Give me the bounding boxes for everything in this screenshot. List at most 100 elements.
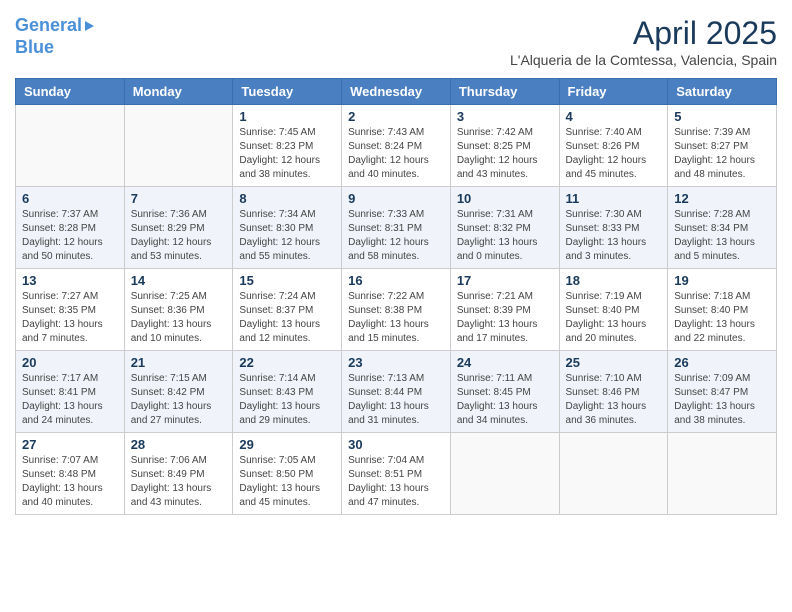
table-row: 3 Sunrise: 7:42 AM Sunset: 8:25 PM Daylig… xyxy=(450,105,559,187)
day-number: 28 xyxy=(131,437,227,452)
day-info: Sunrise: 7:22 AM Sunset: 8:38 PM Dayligh… xyxy=(348,290,444,346)
day-info: Sunrise: 7:11 AM Sunset: 8:45 PM Dayligh… xyxy=(457,372,553,428)
table-row: 18 Sunrise: 7:19 AM Sunset: 8:40 PM Dayli… xyxy=(559,269,668,351)
table-row: 29 Sunrise: 7:05 AM Sunset: 8:50 PM Dayli… xyxy=(233,433,342,515)
day-number: 5 xyxy=(674,109,770,124)
col-sunday: Sunday xyxy=(16,79,125,105)
table-row: 8 Sunrise: 7:34 AM Sunset: 8:30 PM Daylig… xyxy=(233,187,342,269)
day-info: Sunrise: 7:25 AM Sunset: 8:36 PM Dayligh… xyxy=(131,290,227,346)
day-info: Sunrise: 7:36 AM Sunset: 8:29 PM Dayligh… xyxy=(131,208,227,264)
day-info: Sunrise: 7:33 AM Sunset: 8:31 PM Dayligh… xyxy=(348,208,444,264)
logo-text: General xyxy=(15,15,94,37)
location: L'Alqueria de la Comtessa, Valencia, Spa… xyxy=(510,52,777,68)
day-number: 8 xyxy=(239,191,335,206)
day-info: Sunrise: 7:13 AM Sunset: 8:44 PM Dayligh… xyxy=(348,372,444,428)
table-row: 22Sunrise: 7:14 AM Sunset: 8:43 PM Dayli… xyxy=(233,351,342,433)
day-info: Sunrise: 7:15 AM Sunset: 8:42 PM Dayligh… xyxy=(131,372,227,428)
col-monday: Monday xyxy=(124,79,233,105)
table-row: 23 Sunrise: 7:13 AM Sunset: 8:44 PM Dayli… xyxy=(342,351,451,433)
day-number: 13 xyxy=(22,273,118,288)
day-info: Sunrise: 7:42 AM Sunset: 8:25 PM Dayligh… xyxy=(457,126,553,182)
table-row xyxy=(16,105,125,187)
day-number: 25 xyxy=(566,355,662,370)
day-number: 19 xyxy=(674,273,770,288)
table-row: 20 Sunrise: 7:17 AM Sunset: 8:41 PM Dayli… xyxy=(16,351,125,433)
day-number: 6 xyxy=(22,191,118,206)
day-number: 11 xyxy=(566,191,662,206)
day-info: Sunrise: 7:34 AM Sunset: 8:30 PM Dayligh… xyxy=(239,208,335,264)
title-section: April 2025 L'Alqueria de la Comtessa, Va… xyxy=(510,15,777,68)
day-info: Sunrise: 7:05 AM Sunset: 8:50 PM Dayligh… xyxy=(239,454,335,510)
table-row: 19 Sunrise: 7:18 AM Sunset: 8:40 PM Dayli… xyxy=(668,269,777,351)
table-row: 5 Sunrise: 7:39 AM Sunset: 8:27 PM Daylig… xyxy=(668,105,777,187)
day-info: Sunrise: 7:17 AM Sunset: 8:41 PM Dayligh… xyxy=(22,372,118,428)
calendar-header-row: Sunday Monday Tuesday Wednesday Thursday… xyxy=(16,79,777,105)
day-number: 26 xyxy=(674,355,770,370)
table-row: 24 Sunrise: 7:11 AM Sunset: 8:45 PM Dayli… xyxy=(450,351,559,433)
day-info: Sunrise: 7:10 AM Sunset: 8:46 PM Dayligh… xyxy=(566,372,662,428)
day-info: Sunrise: 7:21 AM Sunset: 8:39 PM Dayligh… xyxy=(457,290,553,346)
day-number: 18 xyxy=(566,273,662,288)
day-number: 3 xyxy=(457,109,553,124)
day-info: Sunrise: 7:40 AM Sunset: 8:26 PM Dayligh… xyxy=(566,126,662,182)
day-number: 1 xyxy=(239,109,335,124)
day-number: 14 xyxy=(131,273,227,288)
table-row: 6 Sunrise: 7:37 AM Sunset: 8:28 PM Daylig… xyxy=(16,187,125,269)
page: General Blue April 2025 L'Alqueria de la… xyxy=(0,0,792,612)
day-info: Sunrise: 7:37 AM Sunset: 8:28 PM Dayligh… xyxy=(22,208,118,264)
day-number: 16 xyxy=(348,273,444,288)
day-number: 10 xyxy=(457,191,553,206)
day-number: 23 xyxy=(348,355,444,370)
table-row: 16 Sunrise: 7:22 AM Sunset: 8:38 PM Dayli… xyxy=(342,269,451,351)
table-row: 28Sunrise: 7:06 AM Sunset: 8:49 PM Dayli… xyxy=(124,433,233,515)
table-row: 13 Sunrise: 7:27 AM Sunset: 8:35 PM Dayli… xyxy=(16,269,125,351)
day-info: Sunrise: 7:39 AM Sunset: 8:27 PM Dayligh… xyxy=(674,126,770,182)
logo-line2: Blue xyxy=(15,37,94,59)
table-row: 11 Sunrise: 7:30 AM Sunset: 8:33 PM Dayli… xyxy=(559,187,668,269)
table-row: 17 Sunrise: 7:21 AM Sunset: 8:39 PM Dayli… xyxy=(450,269,559,351)
day-info: Sunrise: 7:30 AM Sunset: 8:33 PM Dayligh… xyxy=(566,208,662,264)
day-info: Sunrise: 7:24 AM Sunset: 8:37 PM Dayligh… xyxy=(239,290,335,346)
table-row: 7Sunrise: 7:36 AM Sunset: 8:29 PM Daylig… xyxy=(124,187,233,269)
table-row: 25 Sunrise: 7:10 AM Sunset: 8:46 PM Dayli… xyxy=(559,351,668,433)
day-info: Sunrise: 7:07 AM Sunset: 8:48 PM Dayligh… xyxy=(22,454,118,510)
day-number: 27 xyxy=(22,437,118,452)
day-info: Sunrise: 7:43 AM Sunset: 8:24 PM Dayligh… xyxy=(348,126,444,182)
day-number: 2 xyxy=(348,109,444,124)
table-row xyxy=(124,105,233,187)
calendar-table: Sunday Monday Tuesday Wednesday Thursday… xyxy=(15,78,777,515)
day-info: Sunrise: 7:18 AM Sunset: 8:40 PM Dayligh… xyxy=(674,290,770,346)
day-info: Sunrise: 7:19 AM Sunset: 8:40 PM Dayligh… xyxy=(566,290,662,346)
day-number: 17 xyxy=(457,273,553,288)
table-row: 30Sunrise: 7:04 AM Sunset: 8:51 PM Dayli… xyxy=(342,433,451,515)
calendar-week-row: 1Sunrise: 7:45 AM Sunset: 8:23 PM Daylig… xyxy=(16,105,777,187)
table-row xyxy=(668,433,777,515)
table-row: 9 Sunrise: 7:33 AM Sunset: 8:31 PM Daylig… xyxy=(342,187,451,269)
table-row: 2 Sunrise: 7:43 AM Sunset: 8:24 PM Daylig… xyxy=(342,105,451,187)
table-row: 1Sunrise: 7:45 AM Sunset: 8:23 PM Daylig… xyxy=(233,105,342,187)
day-number: 4 xyxy=(566,109,662,124)
day-number: 29 xyxy=(239,437,335,452)
day-number: 24 xyxy=(457,355,553,370)
month-title: April 2025 xyxy=(510,15,777,52)
day-number: 21 xyxy=(131,355,227,370)
calendar-week-row: 6 Sunrise: 7:37 AM Sunset: 8:28 PM Daylig… xyxy=(16,187,777,269)
table-row: 12Sunrise: 7:28 AM Sunset: 8:34 PM Dayli… xyxy=(668,187,777,269)
day-number: 30 xyxy=(348,437,444,452)
day-number: 20 xyxy=(22,355,118,370)
col-wednesday: Wednesday xyxy=(342,79,451,105)
day-info: Sunrise: 7:27 AM Sunset: 8:35 PM Dayligh… xyxy=(22,290,118,346)
day-number: 12 xyxy=(674,191,770,206)
col-thursday: Thursday xyxy=(450,79,559,105)
table-row: 10 Sunrise: 7:31 AM Sunset: 8:32 PM Dayli… xyxy=(450,187,559,269)
day-info: Sunrise: 7:09 AM Sunset: 8:47 PM Dayligh… xyxy=(674,372,770,428)
day-number: 22 xyxy=(239,355,335,370)
table-row: 26 Sunrise: 7:09 AM Sunset: 8:47 PM Dayli… xyxy=(668,351,777,433)
day-info: Sunrise: 7:31 AM Sunset: 8:32 PM Dayligh… xyxy=(457,208,553,264)
col-friday: Friday xyxy=(559,79,668,105)
day-number: 9 xyxy=(348,191,444,206)
calendar-week-row: 27 Sunrise: 7:07 AM Sunset: 8:48 PM Dayli… xyxy=(16,433,777,515)
calendar-week-row: 20 Sunrise: 7:17 AM Sunset: 8:41 PM Dayli… xyxy=(16,351,777,433)
table-row: 14 Sunrise: 7:25 AM Sunset: 8:36 PM Dayli… xyxy=(124,269,233,351)
logo: General Blue xyxy=(15,15,94,58)
